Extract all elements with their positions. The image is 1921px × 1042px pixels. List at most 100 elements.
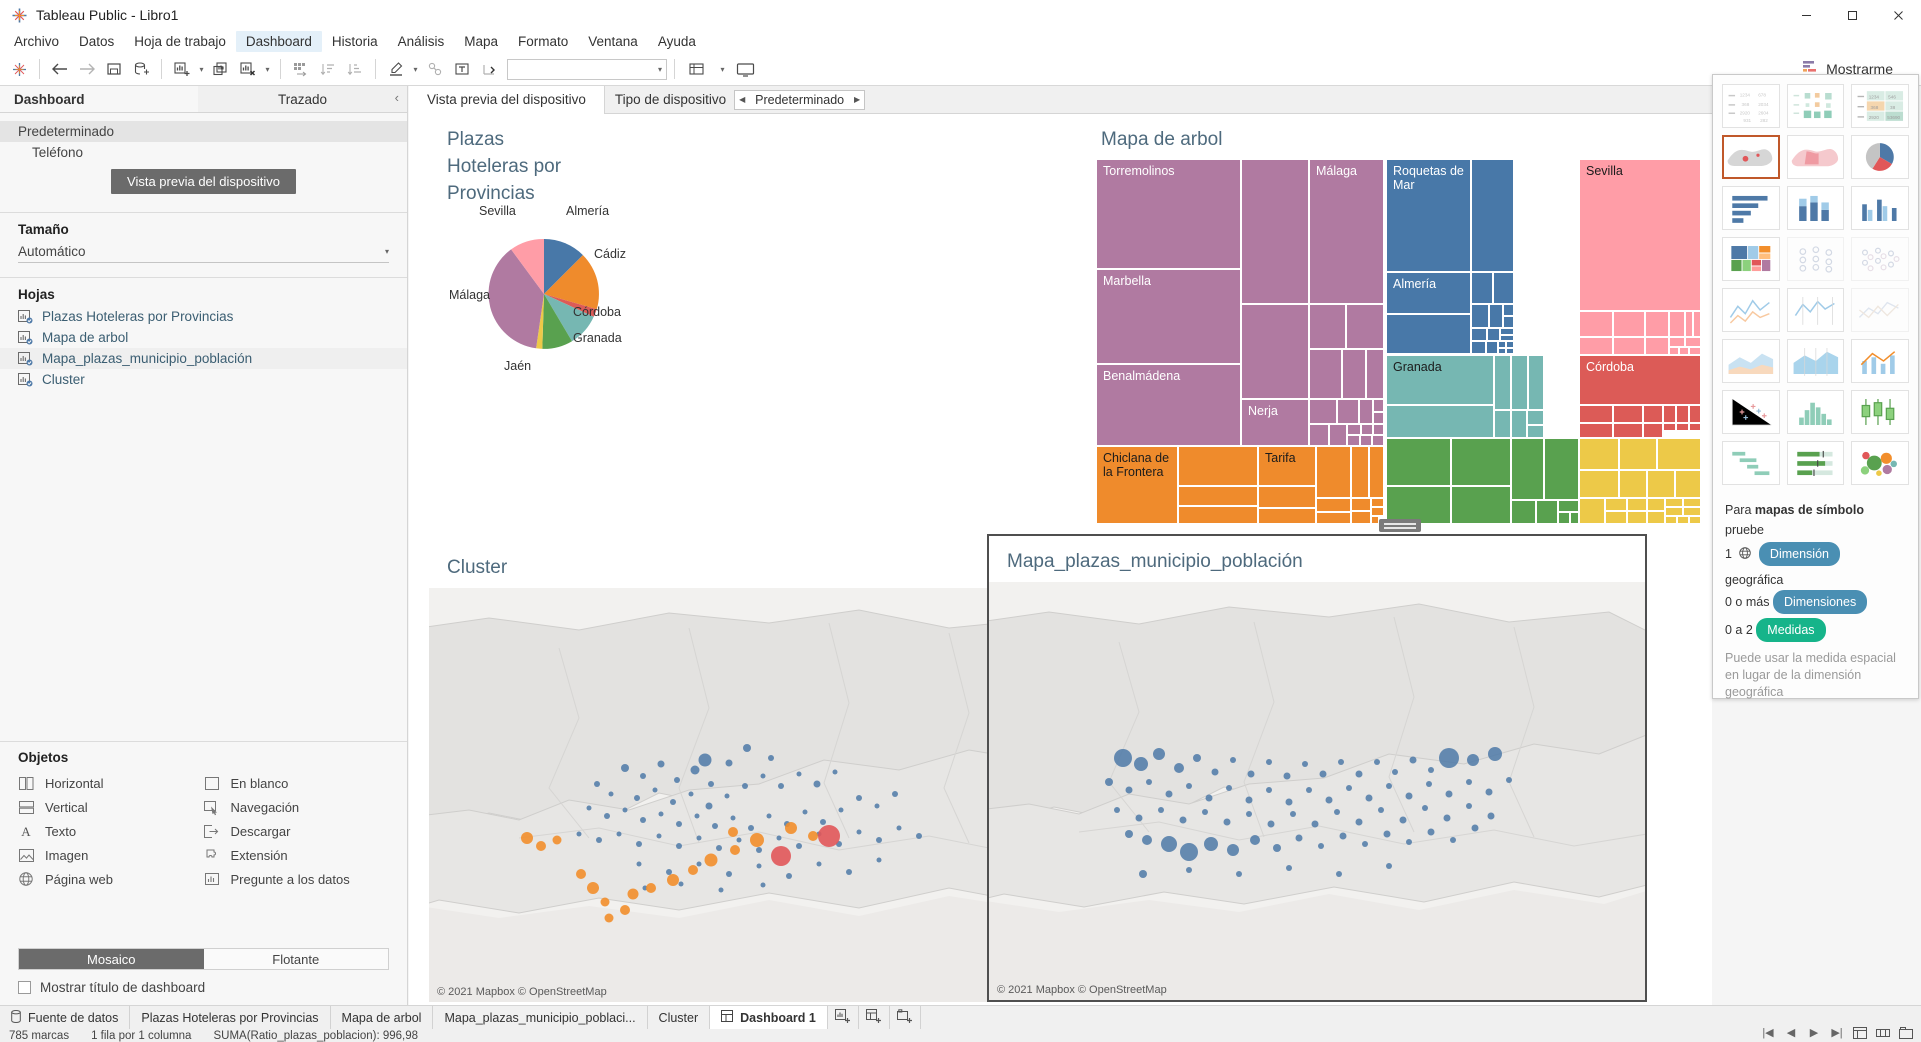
treemap-cell-almeria-sub13[interactable] <box>1472 342 1487 355</box>
treemap-cell-benalmadena[interactable]: Benalmádena <box>1097 365 1242 447</box>
treemap-cell-jaen-sub6[interactable] <box>1452 487 1512 525</box>
treemap[interactable]: Torremolinos Marbella Benalmádena Málaga… <box>1097 160 1702 525</box>
next-page-icon[interactable]: ▶ <box>1805 1025 1823 1040</box>
treemap-cell-cordoba[interactable]: Córdoba <box>1580 356 1702 406</box>
treemap-cell-granada-sub6[interactable] <box>1512 411 1528 439</box>
cluster-map[interactable]: © 2021 Mapbox © OpenStreetMap <box>429 588 1079 1002</box>
treemap-cell-sevilla-sub11[interactable] <box>1686 338 1702 348</box>
maximize-button[interactable] <box>1829 0 1875 30</box>
minimize-button[interactable] <box>1783 0 1829 30</box>
treemap-cell-huelva-sub3[interactable] <box>1658 439 1702 471</box>
menu-analisis[interactable]: Análisis <box>388 31 455 52</box>
treemap-cell-malaga-sub13[interactable] <box>1310 425 1330 447</box>
treemap-cell-cordoba-sub6[interactable] <box>1690 406 1702 424</box>
treemap-cell-jaen-sub3[interactable] <box>1512 439 1545 501</box>
clear-sheet-icon[interactable] <box>235 56 261 82</box>
treemap-cell-malaga-sub19[interactable] <box>1361 436 1373 447</box>
object-horizontal[interactable]: Horizontal <box>18 771 204 795</box>
tab-mapa-plazas-municipio[interactable]: Mapa_plazas_municipio_poblaci... <box>433 1006 647 1029</box>
treemap-cell-almeria-sub2[interactable] <box>1387 315 1472 355</box>
treemap-cell-cadiz-sub1[interactable] <box>1179 447 1259 487</box>
treemap-cell-cordoba-sub10[interactable] <box>1664 424 1677 432</box>
show-me-stacked-bar[interactable] <box>1787 186 1845 230</box>
tab-cluster[interactable]: Cluster <box>648 1006 711 1029</box>
treemap-cell-sevilla-sub12[interactable] <box>1670 348 1680 356</box>
treemap-cell-cadiz-sub3[interactable] <box>1179 507 1259 525</box>
fit-dropdown-caret-icon[interactable]: ▾ <box>717 65 728 74</box>
treemap-cell-malaga-sub16[interactable] <box>1362 425 1374 436</box>
treemap-cell-cadiz-sub13[interactable] <box>1372 499 1385 508</box>
duplicate-sheet-icon[interactable] <box>208 56 234 82</box>
treemap-cell-sevilla-sub2[interactable] <box>1614 312 1646 338</box>
show-me-side-by-side-bar[interactable] <box>1851 186 1909 230</box>
back-arrow-icon[interactable] <box>47 56 73 82</box>
collapse-panel-icon[interactable]: ‹ <box>395 90 399 105</box>
treemap-cell-cordoba-sub2[interactable] <box>1614 406 1644 424</box>
treemap-cell-jaen-sub1[interactable] <box>1387 439 1452 487</box>
treemap-cell-cordoba-sub1[interactable] <box>1580 406 1614 424</box>
treemap-cell-malaga-sub7[interactable] <box>1367 350 1385 400</box>
treemap-cell-malaga-sub3[interactable] <box>1310 305 1347 350</box>
menu-formato[interactable]: Formato <box>508 31 578 52</box>
treemap-cell-huelva-sub18[interactable] <box>1684 508 1702 517</box>
treemap-cell-almeria-sub11[interactable] <box>1501 329 1515 336</box>
highlighter-icon[interactable] <box>383 56 409 82</box>
sheet-resize-grip[interactable] <box>1379 519 1421 532</box>
first-page-icon[interactable]: |◀ <box>1759 1025 1777 1040</box>
tab-dashboard[interactable]: Dashboard <box>0 86 198 112</box>
treemap-cell-huelva-sub16[interactable] <box>1684 499 1702 508</box>
sort-ascending-icon[interactable] <box>315 56 341 82</box>
show-me-box-and-whisker[interactable] <box>1851 390 1909 434</box>
treemap-cell-huelva-sub21[interactable] <box>1690 517 1702 525</box>
treemap-cell-cadiz-sub4[interactable] <box>1259 487 1317 509</box>
object-texto[interactable]: A Texto <box>18 819 204 843</box>
show-me-side-by-side-circle[interactable] <box>1851 237 1909 281</box>
treemap-cell-granada-sub1[interactable] <box>1387 406 1495 439</box>
font-size-input[interactable]: ▾ <box>507 59 667 80</box>
sheet-mapa-plazas-municipio-poblacion[interactable]: Mapa_plazas_municipio_población <box>987 534 1647 1002</box>
show-me-highlight-table[interactable]: 123454636838292053690 <box>1851 84 1909 128</box>
treemap-cell-cordoba-sub7[interactable] <box>1580 424 1614 439</box>
treemap-cell-huelva-sub14[interactable] <box>1648 512 1666 525</box>
treemap-cell-huelva-sub19[interactable] <box>1666 517 1678 525</box>
prev-page-icon[interactable]: ◀ <box>1782 1025 1800 1040</box>
treemap-cell-malaga-sub14[interactable] <box>1330 425 1348 447</box>
fix-axes-icon[interactable] <box>476 56 502 82</box>
show-me-dual-combination[interactable] <box>1851 339 1909 383</box>
object-en-blanco[interactable]: En blanco <box>204 771 390 795</box>
treemap-cell-huelva-sub12[interactable] <box>1628 512 1648 525</box>
grid-view-icon[interactable] <box>1851 1025 1869 1040</box>
device-telefono[interactable]: Teléfono <box>0 142 407 163</box>
treemap-cell-malaga-sub4[interactable] <box>1347 305 1385 350</box>
treemap-cell-almeria-sub7[interactable] <box>1504 305 1515 317</box>
treemap-cell-malaga-sub8[interactable] <box>1310 400 1338 425</box>
treemap-cell-malaga-sub11[interactable] <box>1374 400 1385 413</box>
tab-plazas-hoteleras[interactable]: Plazas Hoteleras por Provincias <box>130 1006 330 1029</box>
treemap-cell-sevilla-sub6[interactable] <box>1694 312 1702 338</box>
tableau-home-icon[interactable] <box>6 56 32 82</box>
show-dashboard-title-checkbox[interactable] <box>18 981 31 994</box>
treemap-cell-sevilla-sub3[interactable] <box>1646 312 1670 338</box>
treemap-cell-malaga-sub1[interactable] <box>1242 160 1310 305</box>
treemap-cell-cadiz-sub12[interactable] <box>1352 512 1372 525</box>
treemap-cell-cordoba-sub4[interactable] <box>1664 406 1677 424</box>
new-data-source-icon[interactable] <box>128 56 154 82</box>
show-me-heat-map[interactable] <box>1787 84 1845 128</box>
treemap-cell-cadiz-sub14[interactable] <box>1372 508 1385 517</box>
treemap-cell-almeria-sub16[interactable] <box>1507 342 1515 349</box>
show-me-dual-line[interactable] <box>1851 288 1909 332</box>
fit-dropdown-icon[interactable] <box>682 56 716 82</box>
treemap-cell-almeria-sub17[interactable] <box>1499 349 1507 355</box>
show-me-symbol-map[interactable] <box>1722 135 1780 179</box>
object-extension[interactable]: Extensión <box>204 843 390 867</box>
treemap-cell-granada-sub3[interactable] <box>1512 356 1529 411</box>
treemap-cell-granada-sub7[interactable] <box>1528 411 1545 426</box>
treemap-cell-sevilla-sub10[interactable] <box>1670 338 1686 348</box>
treemap-cell-cadiz-sub6[interactable] <box>1317 447 1352 499</box>
treemap-cell-almeria[interactable]: Almería <box>1387 273 1472 315</box>
treemap-cell-cordoba-sub5[interactable] <box>1677 406 1690 424</box>
treemap-cell-jaen-sub8[interactable] <box>1537 501 1559 525</box>
treemap-cell-sevilla-sub14[interactable] <box>1690 348 1702 356</box>
show-me-gantt[interactable] <box>1722 441 1780 485</box>
treemap-cell-granada-sub2[interactable] <box>1495 356 1512 411</box>
